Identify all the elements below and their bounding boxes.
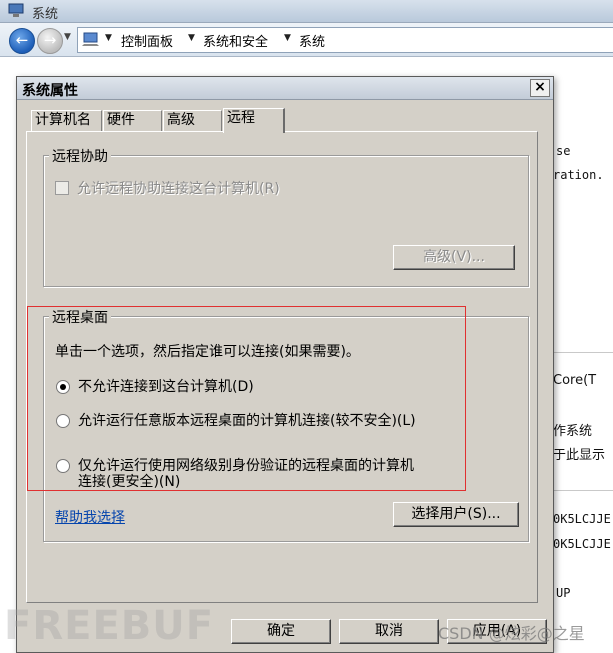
radio-allow-nla-only-label-line2[interactable]: 连接(更安全)(N)	[78, 471, 180, 491]
dialog-title: 系统属性	[22, 83, 78, 99]
forward-button[interactable]: →	[37, 28, 63, 54]
back-button[interactable]: ←	[9, 28, 35, 54]
select-users-button-label: 选择用户(S)...	[411, 506, 501, 522]
arrow-left-icon: ←	[15, 31, 29, 49]
control-panel-icon	[82, 32, 99, 46]
dialog-titlebar[interactable]: 系统属性 ×	[17, 77, 553, 100]
ok-button-label: 确定	[267, 623, 295, 639]
tab-label: 硬件	[107, 112, 135, 128]
breadcrumb[interactable]: ▼ 控制面板 ▼ 系统和安全 ▼ 系统	[77, 27, 613, 53]
advanced-button-label: 高级(V)...	[423, 249, 485, 265]
chevron-right-icon[interactable]: ▼	[105, 33, 112, 43]
tab-remote[interactable]: 远程	[223, 108, 285, 133]
divider	[553, 352, 613, 353]
tab-computer-name[interactable]: 计算机名	[31, 110, 102, 131]
history-dropdown-icon[interactable]: ▼	[64, 32, 71, 42]
bg-text-fragment: 0K5LCJJE	[553, 537, 611, 551]
explorer-title: 系统	[32, 7, 59, 22]
chevron-right-icon[interactable]: ▼	[188, 33, 195, 43]
radio-deny-connections-label[interactable]: 不允许连接到这台计算机(D)	[78, 376, 254, 396]
tab-label: 高级	[167, 112, 195, 128]
close-icon: ×	[534, 79, 546, 95]
watermark-freebuf: FREEBUF	[4, 603, 215, 649]
bg-text-fragment: ration.	[553, 168, 604, 182]
ok-button[interactable]: 确定	[231, 619, 331, 644]
remote-assistance-legend: 远程协助	[49, 146, 111, 166]
radio-deny-connections[interactable]	[56, 380, 70, 394]
divider	[553, 490, 613, 491]
computer-icon	[8, 3, 24, 17]
breadcrumb-item-system[interactable]: 系统	[299, 31, 325, 50]
select-users-button[interactable]: 选择用户(S)...	[393, 502, 519, 527]
tab-hardware[interactable]: 硬件	[103, 110, 162, 131]
chevron-right-icon[interactable]: ▼	[284, 33, 291, 43]
tab-label: 计算机名	[35, 112, 91, 128]
breadcrumb-item-system-security[interactable]: 系统和安全	[203, 31, 268, 50]
advanced-button[interactable]: 高级(V)...	[393, 245, 515, 270]
help-me-choose-link[interactable]: 帮助我选择	[55, 507, 125, 527]
radio-allow-any-version-label[interactable]: 允许运行任意版本远程桌面的计算机连接(较不安全)(L)	[78, 410, 416, 430]
system-properties-dialog: 系统属性 × 计算机名 硬件 高级 远程 远程协助 允许远程协助连接这台计算机(…	[16, 76, 554, 653]
cancel-button[interactable]: 取消	[339, 619, 439, 644]
tab-label: 远程	[227, 110, 255, 126]
breadcrumb-item-control-panel[interactable]: 控制面板	[121, 31, 173, 50]
radio-allow-any-version[interactable]	[56, 414, 70, 428]
bg-text-fragment: 0K5LCJJE	[553, 512, 611, 526]
explorer-navbar: ← → ▼ ▼ 控制面板 ▼ 系统和安全 ▼ 系统	[0, 23, 613, 57]
allow-remote-assistance-label: 允许远程协助连接这台计算机(R)	[77, 181, 280, 197]
arrow-right-icon: →	[43, 31, 57, 49]
watermark-csdn: CSDN @炫彩@之星	[438, 624, 585, 643]
cancel-button-label: 取消	[375, 623, 403, 639]
bg-text-fragment: Core(T	[553, 373, 597, 388]
tab-advanced[interactable]: 高级	[163, 110, 222, 131]
bg-text-fragment: UP	[556, 586, 571, 600]
remote-desktop-instruction: 单击一个选项，然后指定谁可以连接(如果需要)。	[55, 344, 360, 360]
radio-allow-nla-only[interactable]	[56, 459, 70, 473]
bg-text-fragment: 作系统	[553, 424, 593, 439]
bg-text-fragment: se	[556, 144, 571, 158]
allow-remote-assistance-checkbox[interactable]	[55, 181, 69, 195]
explorer-titlebar: 系统	[0, 0, 613, 23]
remote-desktop-legend: 远程桌面	[49, 307, 111, 327]
close-button[interactable]: ×	[530, 79, 550, 97]
bg-text-fragment: 于此显示	[553, 448, 606, 463]
